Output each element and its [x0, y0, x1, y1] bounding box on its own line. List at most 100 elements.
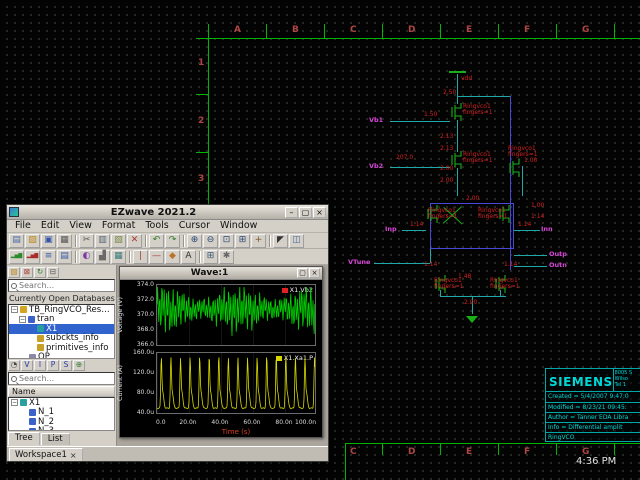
panel-tab-list[interactable]: List [41, 433, 70, 445]
strip-chart-button[interactable]: ≡ [41, 250, 56, 264]
wave-restore-button[interactable]: ▢ [297, 268, 308, 278]
voltage-filter-button[interactable]: V [21, 360, 33, 371]
tree-item-primitives_info[interactable]: primitives_info [9, 343, 114, 353]
workspace-tab-close-icon[interactable]: × [70, 451, 77, 460]
measure-button[interactable]: ◫ [289, 234, 304, 248]
annotation-button[interactable]: A [181, 250, 196, 264]
schematic-label: 2.00 [464, 300, 477, 306]
zoom-in-button[interactable]: ⊕ [187, 234, 202, 248]
port-outn[interactable]: Outn [549, 262, 567, 269]
ezwave-titlebar[interactable]: EZwave 2021.2 –▢× [7, 205, 328, 220]
zoom-full-button[interactable]: ⊡ [219, 234, 234, 248]
port-inp[interactable]: Inp [385, 226, 397, 233]
copy-button[interactable]: ▥ [95, 234, 110, 248]
database-panel-toolbar: ▨ ⊠↻⊟ [8, 266, 115, 278]
new-file-button[interactable]: ▤ [9, 234, 24, 248]
menu-tools[interactable]: Tools [140, 220, 173, 232]
tree-item-label: primitives_info [46, 343, 108, 353]
open-file-button[interactable]: ▨ [25, 234, 40, 248]
wire [449, 71, 466, 73]
minimize-button[interactable]: – [285, 207, 298, 218]
paste-button[interactable]: ▧ [111, 234, 126, 248]
database-search-input[interactable] [19, 281, 112, 290]
maximize-button[interactable]: ▢ [299, 207, 312, 218]
signal-filter-button[interactable]: S [60, 360, 72, 371]
tree-item-tran[interactable]: −tran [9, 315, 114, 325]
x-axis: 0.020.0n40.0n60.0n80.0n100.0nTime (s) [156, 418, 316, 438]
new-waveform-button[interactable]: ▂▅▇ [9, 250, 24, 264]
close-database-button[interactable]: ⊠ [21, 267, 33, 278]
histogram-button[interactable]: ▟ [95, 250, 110, 264]
stack-chart-button[interactable]: ▤ [57, 250, 72, 264]
tree-item-label: subckts_info [46, 333, 99, 343]
sheet-tick [382, 24, 383, 38]
zoom-out-button[interactable]: ⊖ [203, 234, 218, 248]
print-button[interactable]: ▦ [57, 234, 72, 248]
schematic-label: 2.13 [440, 134, 453, 140]
menu-view[interactable]: View [64, 220, 97, 232]
toolbar-separator [129, 251, 130, 263]
marker-button[interactable]: ◆ [165, 250, 180, 264]
panel-tab-tree[interactable]: Tree [8, 432, 40, 445]
port-vtune[interactable]: VTune [348, 259, 370, 266]
open-database-button[interactable]: ▨ [8, 267, 20, 278]
delete-button[interactable]: ✕ [127, 234, 142, 248]
wave-titlebar[interactable]: Wave:1 ▢× [120, 267, 322, 280]
tree-item-tb_ringvco_resultspa[interactable]: −TB_RingVCO_ResultsPa [9, 305, 114, 315]
menu-cursor[interactable]: Cursor [174, 220, 215, 232]
power-filter-button[interactable]: P [47, 360, 59, 371]
overlay-waveform-button[interactable]: ▂▅▇ [25, 250, 40, 264]
tree-item-x1[interactable]: −X1 [9, 398, 114, 408]
expander-icon[interactable]: − [19, 316, 26, 323]
expander-icon[interactable]: − [11, 306, 18, 313]
port-outp[interactable]: Outp [549, 251, 567, 258]
cut-button[interactable]: ✂ [79, 234, 94, 248]
y-tick-label: 370.0 [128, 312, 154, 318]
titleblock-header: SIEMENS 8005 SWilsoTel 1 [546, 369, 640, 392]
undo-button[interactable]: ↶ [149, 234, 164, 248]
workspace-tab[interactable]: Workspace1 × [9, 448, 83, 461]
port-vb1[interactable]: Vb1 [369, 117, 383, 124]
close-button[interactable]: × [313, 207, 326, 218]
name-column-header[interactable]: Name [8, 386, 115, 397]
redo-button[interactable]: ↷ [165, 234, 180, 248]
refresh-button[interactable]: ↻ [34, 267, 46, 278]
schematic-label: 207.0 [396, 155, 413, 161]
tree-item-x1[interactable]: X1 [9, 324, 114, 334]
collapse-all-button[interactable]: ⊟ [47, 267, 59, 278]
menu-file[interactable]: File [10, 220, 36, 232]
preferences-button[interactable]: ✱ [219, 250, 234, 264]
table-view-button[interactable]: ▦ [111, 250, 126, 264]
menu-edit[interactable]: Edit [36, 220, 64, 232]
search-icon [11, 283, 17, 289]
workspace-tabstrip: Workspace1 × [7, 446, 328, 461]
pan-button[interactable]: + [251, 234, 266, 248]
add-signal-icon: ⊕ [76, 361, 82, 369]
menu-format[interactable]: Format [97, 220, 140, 232]
column-letter: E [466, 447, 472, 457]
mdi-area: Wave:1 ▢× Voltage (V)374.0372.0370.0368.… [117, 265, 328, 446]
expander-icon[interactable]: − [11, 399, 18, 406]
select-cursor-button[interactable]: ◤ [273, 234, 288, 248]
complex-chart-button[interactable]: ◐ [79, 250, 94, 264]
signal-search-input[interactable] [19, 374, 112, 383]
recent-signals-button[interactable]: ◔ [8, 360, 20, 371]
add-signal-button[interactable]: ⊕ [73, 360, 85, 371]
wave-close-button[interactable]: × [309, 268, 320, 278]
horizontal-cursor-button[interactable]: — [149, 250, 164, 264]
tree-item-n_2[interactable]: N_2 [9, 417, 114, 427]
vertical-cursor-button[interactable]: | [133, 250, 148, 264]
port-vb2[interactable]: Vb2 [369, 163, 383, 170]
mosfet-symbol[interactable] [506, 158, 523, 178]
menu-window[interactable]: Window [215, 220, 262, 232]
calculator-button[interactable]: ⊞ [203, 250, 218, 264]
zoom-area-button[interactable]: ⊞ [235, 234, 250, 248]
open-database-icon: ▨ [10, 268, 17, 276]
y-axis-label: Voltage (V) [116, 285, 126, 345]
current-filter-button[interactable]: I [34, 360, 46, 371]
save-file-button[interactable]: ▣ [41, 234, 56, 248]
tree-item-subckts_info[interactable]: subckts_info [9, 334, 114, 344]
x-tick-label: 60.0n [243, 420, 260, 426]
tree-item-n_1[interactable]: N_1 [9, 408, 114, 418]
port-inn[interactable]: Inn [541, 226, 553, 233]
